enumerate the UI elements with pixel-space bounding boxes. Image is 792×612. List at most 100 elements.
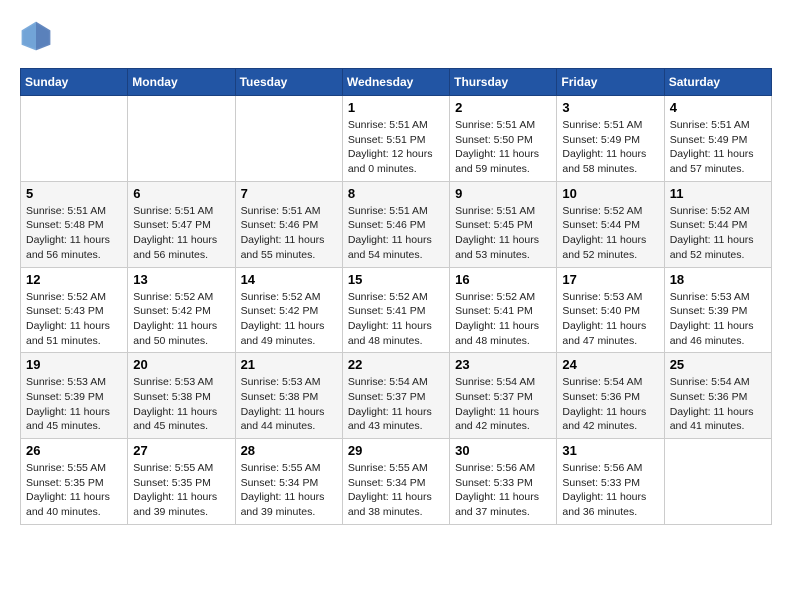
- calendar-cell: 22 Sunrise: 5:54 AM Sunset: 5:37 PM Dayli…: [342, 353, 449, 439]
- day-content: Sunrise: 5:53 AM Sunset: 5:40 PM Dayligh…: [562, 290, 658, 349]
- calendar-cell: 9Sunrise: 5:51 AM Sunset: 5:45 PM Daylig…: [450, 181, 557, 267]
- day-number: 30: [455, 443, 551, 458]
- calendar-table: SundayMondayTuesdayWednesdayThursdayFrid…: [20, 68, 772, 525]
- calendar-cell: 20 Sunrise: 5:53 AM Sunset: 5:38 PM Dayli…: [128, 353, 235, 439]
- day-content: Sunrise: 5:51 AM Sunset: 5:49 PM Dayligh…: [670, 118, 766, 177]
- logo-icon: [20, 20, 52, 52]
- calendar-cell: 15 Sunrise: 5:52 AM Sunset: 5:41 PM Dayli…: [342, 267, 449, 353]
- day-content: Sunrise: 5:54 AM Sunset: 5:36 PM Dayligh…: [670, 375, 766, 434]
- calendar-cell: 3 Sunrise: 5:51 AM Sunset: 5:49 PM Daylig…: [557, 96, 664, 182]
- day-number: 20: [133, 357, 229, 372]
- day-content: Sunrise: 5:55 AM Sunset: 5:35 PM Dayligh…: [133, 461, 229, 520]
- calendar-cell: 28 Sunrise: 5:55 AM Sunset: 5:34 PM Dayli…: [235, 439, 342, 525]
- weekday-header-wednesday: Wednesday: [342, 69, 449, 96]
- calendar-week-row: 26 Sunrise: 5:55 AM Sunset: 5:35 PM Dayli…: [21, 439, 772, 525]
- day-number: 23: [455, 357, 551, 372]
- day-number: 7: [241, 186, 337, 201]
- day-number: 29: [348, 443, 444, 458]
- day-content: Sunrise: 5:51 AM Sunset: 5:46 PM Dayligh…: [241, 204, 337, 263]
- calendar-cell: 1Sunrise: 5:51 AM Sunset: 5:51 PM Daylig…: [342, 96, 449, 182]
- weekday-header-row: SundayMondayTuesdayWednesdayThursdayFrid…: [21, 69, 772, 96]
- day-number: 8: [348, 186, 444, 201]
- calendar-cell: 23 Sunrise: 5:54 AM Sunset: 5:37 PM Dayli…: [450, 353, 557, 439]
- day-number: 14: [241, 272, 337, 287]
- calendar-week-row: 5 Sunrise: 5:51 AM Sunset: 5:48 PM Daylig…: [21, 181, 772, 267]
- day-content: Sunrise: 5:53 AM Sunset: 5:38 PM Dayligh…: [241, 375, 337, 434]
- day-content: Sunrise: 5:56 AM Sunset: 5:33 PM Dayligh…: [562, 461, 658, 520]
- calendar-cell: [664, 439, 771, 525]
- day-number: 13: [133, 272, 229, 287]
- calendar-cell: [235, 96, 342, 182]
- day-content: Sunrise: 5:54 AM Sunset: 5:37 PM Dayligh…: [455, 375, 551, 434]
- calendar-cell: 18 Sunrise: 5:53 AM Sunset: 5:39 PM Dayli…: [664, 267, 771, 353]
- weekday-header-thursday: Thursday: [450, 69, 557, 96]
- day-number: 19: [26, 357, 122, 372]
- calendar-cell: 6 Sunrise: 5:51 AM Sunset: 5:47 PM Daylig…: [128, 181, 235, 267]
- day-content: Sunrise: 5:51 AM Sunset: 5:47 PM Dayligh…: [133, 204, 229, 263]
- calendar-cell: 8Sunrise: 5:51 AM Sunset: 5:46 PM Daylig…: [342, 181, 449, 267]
- calendar-cell: 29Sunrise: 5:55 AM Sunset: 5:34 PM Dayli…: [342, 439, 449, 525]
- day-number: 11: [670, 186, 766, 201]
- calendar-week-row: 19Sunrise: 5:53 AM Sunset: 5:39 PM Dayli…: [21, 353, 772, 439]
- day-number: 5: [26, 186, 122, 201]
- day-content: Sunrise: 5:53 AM Sunset: 5:39 PM Dayligh…: [670, 290, 766, 349]
- day-content: Sunrise: 5:54 AM Sunset: 5:37 PM Dayligh…: [348, 375, 444, 434]
- day-number: 24: [562, 357, 658, 372]
- calendar-cell: 17 Sunrise: 5:53 AM Sunset: 5:40 PM Dayli…: [557, 267, 664, 353]
- day-number: 27: [133, 443, 229, 458]
- calendar-cell: 31 Sunrise: 5:56 AM Sunset: 5:33 PM Dayli…: [557, 439, 664, 525]
- day-content: Sunrise: 5:51 AM Sunset: 5:51 PM Dayligh…: [348, 118, 444, 177]
- day-content: Sunrise: 5:51 AM Sunset: 5:45 PM Dayligh…: [455, 204, 551, 263]
- day-content: Sunrise: 5:54 AM Sunset: 5:36 PM Dayligh…: [562, 375, 658, 434]
- day-content: Sunrise: 5:51 AM Sunset: 5:48 PM Dayligh…: [26, 204, 122, 263]
- day-content: Sunrise: 5:51 AM Sunset: 5:50 PM Dayligh…: [455, 118, 551, 177]
- day-number: 31: [562, 443, 658, 458]
- weekday-header-tuesday: Tuesday: [235, 69, 342, 96]
- calendar-cell: 30 Sunrise: 5:56 AM Sunset: 5:33 PM Dayli…: [450, 439, 557, 525]
- calendar-cell: 25 Sunrise: 5:54 AM Sunset: 5:36 PM Dayli…: [664, 353, 771, 439]
- day-number: 28: [241, 443, 337, 458]
- day-content: Sunrise: 5:52 AM Sunset: 5:43 PM Dayligh…: [26, 290, 122, 349]
- calendar-week-row: 12 Sunrise: 5:52 AM Sunset: 5:43 PM Dayli…: [21, 267, 772, 353]
- calendar-cell: 10 Sunrise: 5:52 AM Sunset: 5:44 PM Dayli…: [557, 181, 664, 267]
- day-content: Sunrise: 5:53 AM Sunset: 5:38 PM Dayligh…: [133, 375, 229, 434]
- day-number: 15: [348, 272, 444, 287]
- weekday-header-monday: Monday: [128, 69, 235, 96]
- calendar-cell: 26 Sunrise: 5:55 AM Sunset: 5:35 PM Dayli…: [21, 439, 128, 525]
- calendar-cell: 7 Sunrise: 5:51 AM Sunset: 5:46 PM Daylig…: [235, 181, 342, 267]
- day-number: 3: [562, 100, 658, 115]
- page-header: [20, 20, 772, 52]
- calendar-cell: 2 Sunrise: 5:51 AM Sunset: 5:50 PM Daylig…: [450, 96, 557, 182]
- weekday-header-saturday: Saturday: [664, 69, 771, 96]
- day-number: 17: [562, 272, 658, 287]
- day-number: 21: [241, 357, 337, 372]
- day-content: Sunrise: 5:52 AM Sunset: 5:41 PM Dayligh…: [348, 290, 444, 349]
- calendar-cell: 13Sunrise: 5:52 AM Sunset: 5:42 PM Dayli…: [128, 267, 235, 353]
- calendar-cell: [128, 96, 235, 182]
- day-number: 12: [26, 272, 122, 287]
- day-content: Sunrise: 5:55 AM Sunset: 5:35 PM Dayligh…: [26, 461, 122, 520]
- calendar-cell: 4 Sunrise: 5:51 AM Sunset: 5:49 PM Daylig…: [664, 96, 771, 182]
- calendar-cell: 16 Sunrise: 5:52 AM Sunset: 5:41 PM Dayli…: [450, 267, 557, 353]
- logo: [20, 20, 56, 52]
- day-content: Sunrise: 5:52 AM Sunset: 5:41 PM Dayligh…: [455, 290, 551, 349]
- day-content: Sunrise: 5:52 AM Sunset: 5:44 PM Dayligh…: [562, 204, 658, 263]
- weekday-header-sunday: Sunday: [21, 69, 128, 96]
- day-number: 18: [670, 272, 766, 287]
- calendar-cell: 12 Sunrise: 5:52 AM Sunset: 5:43 PM Dayli…: [21, 267, 128, 353]
- day-number: 26: [26, 443, 122, 458]
- day-number: 2: [455, 100, 551, 115]
- calendar-week-row: 1Sunrise: 5:51 AM Sunset: 5:51 PM Daylig…: [21, 96, 772, 182]
- day-number: 25: [670, 357, 766, 372]
- day-number: 6: [133, 186, 229, 201]
- calendar-cell: 27 Sunrise: 5:55 AM Sunset: 5:35 PM Dayli…: [128, 439, 235, 525]
- day-number: 10: [562, 186, 658, 201]
- day-number: 16: [455, 272, 551, 287]
- calendar-cell: 19Sunrise: 5:53 AM Sunset: 5:39 PM Dayli…: [21, 353, 128, 439]
- day-content: Sunrise: 5:56 AM Sunset: 5:33 PM Dayligh…: [455, 461, 551, 520]
- day-number: 4: [670, 100, 766, 115]
- day-content: Sunrise: 5:51 AM Sunset: 5:49 PM Dayligh…: [562, 118, 658, 177]
- day-content: Sunrise: 5:55 AM Sunset: 5:34 PM Dayligh…: [241, 461, 337, 520]
- calendar-cell: 11Sunrise: 5:52 AM Sunset: 5:44 PM Dayli…: [664, 181, 771, 267]
- day-number: 22: [348, 357, 444, 372]
